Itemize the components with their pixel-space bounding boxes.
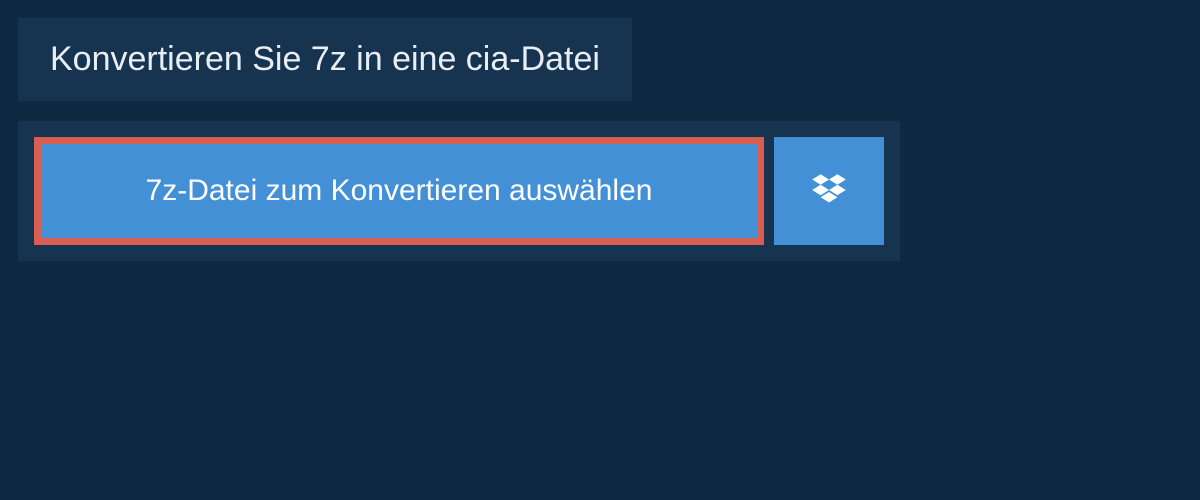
select-file-label: 7z-Datei zum Konvertieren auswählen — [146, 174, 653, 208]
page-title: Konvertieren Sie 7z in eine cia-Datei — [50, 40, 600, 79]
select-file-button[interactable]: 7z-Datei zum Konvertieren auswählen — [34, 137, 764, 245]
dropbox-icon — [808, 170, 850, 212]
converter-panel: 7z-Datei zum Konvertieren auswählen — [18, 121, 900, 261]
page-header: Konvertieren Sie 7z in eine cia-Datei — [18, 18, 632, 101]
dropbox-button[interactable] — [774, 137, 884, 245]
